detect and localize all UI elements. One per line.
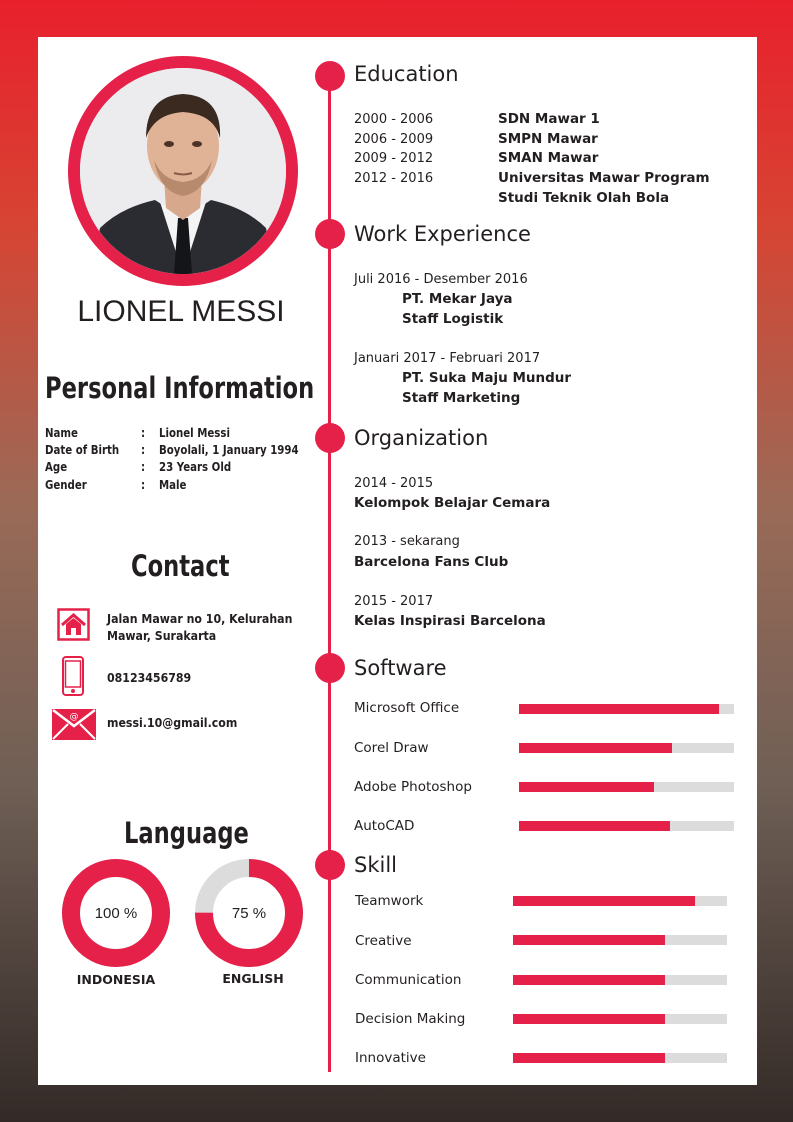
timeline-dot [315, 850, 345, 880]
info-separator: : [141, 478, 146, 492]
language-gauge-indonesia: 100 % [62, 859, 170, 967]
skill-name: Teamwork [355, 893, 424, 909]
skill-bar [513, 896, 727, 906]
info-separator: : [141, 460, 146, 474]
language-name: ENGLISH [222, 971, 284, 986]
organization-name: Barcelona Fans Club [354, 554, 509, 570]
language-heading: Language [124, 816, 249, 850]
education-school: SDN Mawar 1 [498, 111, 600, 127]
software-bar [519, 704, 734, 714]
info-label: Name [45, 426, 78, 440]
education-years: 2000 - 2006 [354, 112, 434, 127]
work-company: PT. Suka Maju Mundur [402, 370, 572, 386]
language-gauge-english: 75 % [195, 859, 303, 967]
profile-photo-frame [68, 56, 298, 286]
software-bar-fill [519, 704, 719, 714]
software-bar-fill [519, 743, 672, 753]
organization-name: Kelas Inspirasi Barcelona [354, 613, 546, 629]
info-separator: : [141, 426, 146, 440]
organization-name: Kelompok Belajar Cemara [354, 495, 551, 511]
software-bar [519, 743, 734, 753]
organization-period: 2014 - 2015 [354, 476, 434, 491]
timeline-dot [315, 61, 345, 91]
software-name: Microsoft Office [354, 700, 460, 716]
language-name: INDONESIA [76, 972, 156, 987]
personal-info-heading: Personal Information [45, 371, 315, 405]
info-separator: : [141, 443, 146, 457]
work-role: Staff Logistik [402, 311, 504, 327]
education-school: SMPN Mawar [498, 131, 598, 147]
education-school: SMAN Mawar [498, 150, 599, 166]
resume-sheet: LIONEL MESSI Personal Information Name :… [38, 37, 757, 1085]
education-years: 2012 - 2016 [354, 171, 434, 186]
skill-bar-fill [513, 975, 665, 985]
timeline-dot [315, 219, 345, 249]
education-heading: Education [354, 62, 459, 86]
software-name: AutoCAD [354, 818, 415, 834]
work-period: Januari 2017 - Februari 2017 [354, 351, 541, 366]
software-name: Corel Draw [354, 740, 429, 756]
skill-bar-fill [513, 1014, 665, 1024]
work-heading: Work Experience [354, 222, 531, 246]
education-school: Universitas Mawar Program [498, 170, 710, 186]
skill-heading: Skill [354, 853, 397, 877]
skill-bar-fill [513, 1053, 665, 1063]
education-years: 2006 - 2009 [354, 132, 434, 147]
svg-text:@: @ [70, 712, 79, 722]
skill-name: Creative [355, 933, 412, 949]
info-value: Lionel Messi [159, 426, 230, 440]
profile-photo [80, 68, 286, 274]
address-line-2: Mawar, Surakarta [107, 628, 217, 643]
phone-icon [62, 656, 84, 700]
address-line-1: Jalan Mawar no 10, Kelurahan [107, 611, 293, 626]
education-years: 2009 - 2012 [354, 151, 434, 166]
home-icon [57, 608, 90, 645]
skill-bar [513, 1053, 727, 1063]
education-school-line2: Studi Teknik Olah Bola [498, 190, 670, 206]
info-value: 23 Years Old [159, 460, 232, 474]
skill-bar [513, 935, 727, 945]
contact-phone: 08123456789 [107, 670, 192, 685]
language-percent: 100 % [95, 905, 138, 922]
info-label: Gender [45, 478, 87, 492]
info-value: Male [159, 478, 187, 492]
skill-bar-fill [513, 935, 665, 945]
software-bar [519, 782, 734, 792]
software-bar-fill [519, 782, 655, 792]
language-percent: 75 % [232, 905, 266, 922]
work-period: Juli 2016 - Desember 2016 [354, 272, 528, 287]
software-name: Adobe Photoshop [354, 779, 472, 795]
person-name: LIONEL MESSI [77, 295, 285, 328]
info-label: Age [45, 460, 68, 474]
work-company: PT. Mekar Jaya [402, 291, 513, 307]
contact-email: messi.10@gmail.com [107, 715, 238, 730]
skill-bar-fill [513, 896, 695, 906]
timeline-dot [315, 423, 345, 453]
contact-heading: Contact [131, 549, 230, 583]
skill-name: Decision Making [355, 1011, 466, 1027]
work-role: Staff Marketing [402, 390, 521, 406]
skill-name: Innovative [355, 1050, 426, 1066]
portrait-illustration [80, 68, 286, 274]
info-label: Date of Birth [45, 443, 120, 457]
software-bar-fill [519, 821, 670, 831]
organization-heading: Organization [354, 426, 489, 450]
mail-icon: @ [52, 709, 96, 744]
info-value: Boyolali, 1 January 1994 [159, 443, 299, 457]
organization-period: 2013 - sekarang [354, 534, 460, 549]
skill-bar [513, 1014, 727, 1024]
skill-name: Communication [355, 972, 462, 988]
organization-period: 2015 - 2017 [354, 594, 434, 609]
timeline-dot [315, 653, 345, 683]
skill-bar [513, 975, 727, 985]
contact-address: Jalan Mawar no 10, Kelurahan Mawar, Sura… [107, 610, 331, 644]
software-bar [519, 821, 734, 831]
software-heading: Software [354, 656, 447, 680]
